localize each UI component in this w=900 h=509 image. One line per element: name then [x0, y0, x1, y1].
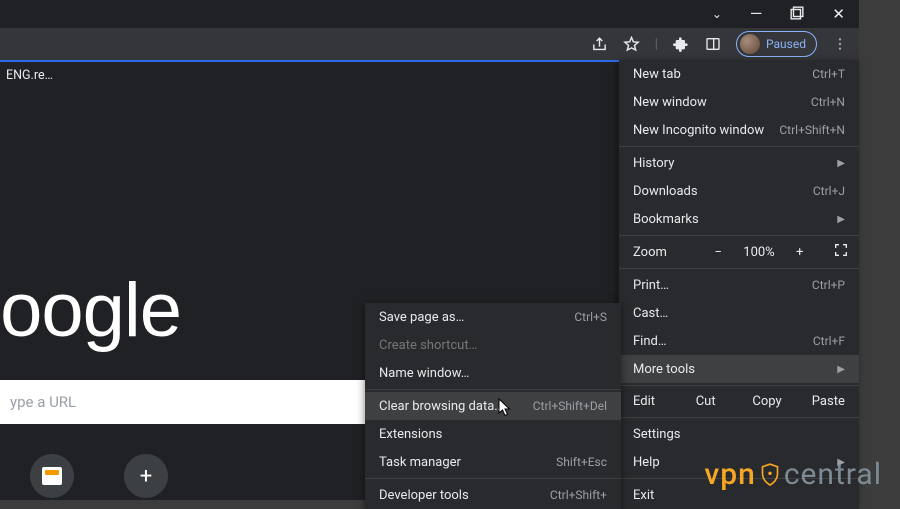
zoom-out-button[interactable]: − — [709, 245, 727, 260]
profile-status-text: Paused — [766, 37, 806, 51]
toolbar-separator: | — [655, 36, 658, 52]
main-menu: New tabCtrl+T New windowCtrl+N New Incog… — [619, 60, 859, 509]
share-icon[interactable] — [591, 35, 609, 53]
shortcut-add[interactable]: + — [124, 454, 168, 498]
avatar — [740, 34, 760, 54]
submenu-clear-browsing-data[interactable]: Clear browsing data…Ctrl+Shift+Del — [365, 392, 621, 420]
kebab-menu-icon[interactable] — [831, 35, 849, 53]
edit-label: Edit — [619, 388, 675, 415]
chrome-window: ⌄ — ✕ | Paused — [0, 0, 859, 500]
chevron-right-icon: ▶ — [837, 214, 845, 225]
menu-cast[interactable]: Cast… — [619, 299, 859, 327]
more-tools-submenu: Save page as…Ctrl+S Create shortcut… Nam… — [365, 303, 621, 509]
bookmark-item[interactable]: ENG.re… — [6, 68, 53, 83]
zoom-value: 100% — [743, 245, 774, 260]
close-button[interactable]: ✕ — [832, 5, 845, 23]
menu-edit-row: Edit Cut Copy Paste — [619, 388, 859, 415]
chevron-right-icon: ▶ — [837, 457, 845, 468]
zoom-in-button[interactable]: + — [791, 245, 809, 260]
submenu-task-manager[interactable]: Task managerShift+Esc — [365, 448, 621, 476]
extensions-icon[interactable] — [672, 35, 690, 53]
chevron-right-icon: ▶ — [837, 158, 845, 169]
chevron-right-icon: ▶ — [837, 364, 845, 375]
tab-search-chevron-icon[interactable]: ⌄ — [712, 7, 722, 21]
menu-new-window[interactable]: New windowCtrl+N — [619, 88, 859, 116]
fullscreen-icon[interactable] — [833, 242, 849, 262]
menu-new-incognito[interactable]: New Incognito windowCtrl+Shift+N — [619, 116, 859, 144]
star-icon[interactable] — [623, 35, 641, 53]
menu-new-tab[interactable]: New tabCtrl+T — [619, 60, 859, 88]
shortcuts-row: + — [30, 454, 168, 498]
edit-copy[interactable]: Copy — [736, 388, 797, 415]
side-panel-icon[interactable] — [704, 35, 722, 53]
submenu-extensions[interactable]: Extensions — [365, 420, 621, 448]
edit-cut[interactable]: Cut — [675, 388, 736, 415]
shortcut-webstore[interactable] — [30, 454, 74, 498]
minimize-button[interactable]: — — [750, 11, 763, 17]
toolbar: | Paused — [0, 28, 859, 62]
menu-settings[interactable]: Settings — [619, 420, 859, 448]
menu-find[interactable]: Find…Ctrl+F — [619, 327, 859, 355]
menu-bookmarks[interactable]: Bookmarks▶ — [619, 205, 859, 233]
submenu-dev-tools[interactable]: Developer toolsCtrl+Shift+ — [365, 481, 621, 509]
submenu-name-window[interactable]: Name window… — [365, 359, 621, 387]
menu-help[interactable]: Help▶ — [619, 448, 859, 476]
zoom-label: Zoom — [629, 245, 685, 260]
menu-zoom-row: Zoom − 100% + — [619, 238, 859, 266]
submenu-create-shortcut: Create shortcut… — [365, 331, 621, 359]
menu-history[interactable]: History▶ — [619, 149, 859, 177]
google-logo: Google — [0, 267, 181, 354]
menu-more-tools[interactable]: More tools▶ — [619, 355, 859, 383]
menu-print[interactable]: Print…Ctrl+P — [619, 271, 859, 299]
mouse-cursor-icon — [498, 398, 512, 418]
edit-paste[interactable]: Paste — [798, 388, 859, 415]
submenu-save-page[interactable]: Save page as…Ctrl+S — [365, 303, 621, 331]
profile-badge[interactable]: Paused — [736, 31, 817, 57]
maximize-button[interactable] — [790, 5, 804, 24]
menu-downloads[interactable]: DownloadsCtrl+J — [619, 177, 859, 205]
window-controls-bar: ⌄ — ✕ — [0, 0, 859, 28]
menu-exit[interactable]: Exit — [619, 481, 859, 509]
